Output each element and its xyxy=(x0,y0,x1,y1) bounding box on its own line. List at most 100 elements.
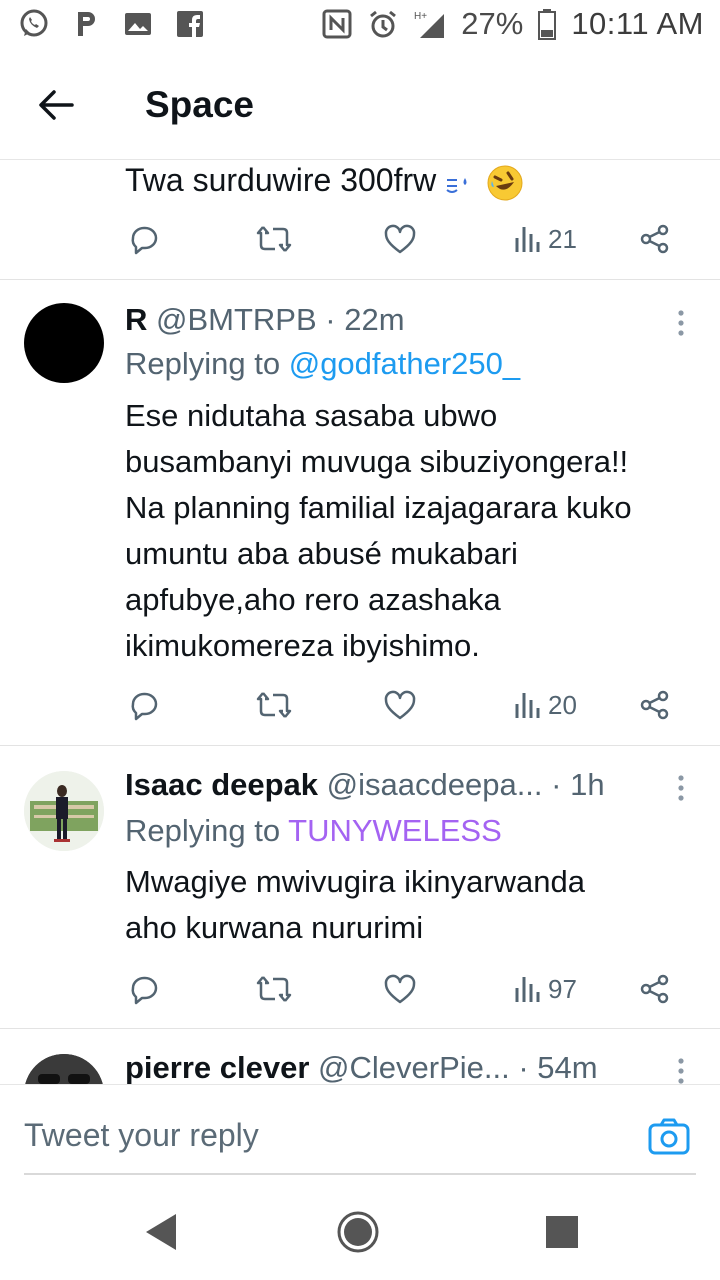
body-line: ikimukomereza ibyishimo. xyxy=(125,628,480,663)
author-handle[interactable]: @isaacdeepa... xyxy=(327,767,543,802)
reply-icon xyxy=(131,692,158,721)
page-title: Space xyxy=(145,84,255,125)
alarm-icon xyxy=(370,10,397,38)
heart-icon xyxy=(384,690,416,720)
back-arrow-icon[interactable] xyxy=(36,85,76,125)
more-options-icon[interactable] xyxy=(676,773,686,803)
views-button[interactable]: 97 xyxy=(514,964,577,1014)
views-count: 21 xyxy=(548,223,577,254)
p-icon xyxy=(78,12,95,36)
body-line: aho kurwana nururimi xyxy=(125,910,424,945)
author-handle[interactable]: @CleverPie... xyxy=(318,1050,510,1084)
whatsapp-icon xyxy=(20,9,48,37)
views-count: 97 xyxy=(548,973,577,1004)
tweet-time: · 1h xyxy=(551,767,605,802)
tweet-body: Mwagiye mwivugira ikinyarwanda aho kurwa… xyxy=(125,859,705,951)
retweet-icon xyxy=(256,976,292,1002)
tears-face-emoji-icon xyxy=(446,177,467,193)
share-button[interactable] xyxy=(640,214,670,264)
battery-icon xyxy=(538,9,557,40)
status-bar: H+ 27% 10:11 AM xyxy=(0,0,720,50)
nav-home-icon[interactable] xyxy=(336,1210,380,1254)
clock: 10:11 AM xyxy=(571,6,704,41)
partial-tweet-text: Twa surduwire 300frw xyxy=(125,162,437,198)
nfc-icon xyxy=(322,9,352,39)
divider xyxy=(0,745,720,746)
reply-button[interactable] xyxy=(128,964,160,1014)
like-button[interactable] xyxy=(384,680,416,730)
body-line: apfubye,aho rero azashaka xyxy=(125,582,501,617)
retweet-button[interactable] xyxy=(256,680,292,730)
retweet-icon xyxy=(256,692,292,718)
tweet-header: pierre clever @CleverPie... · 54m xyxy=(125,1048,685,1084)
tweet-time: · 54m xyxy=(518,1050,598,1084)
views-chart-icon xyxy=(515,227,540,252)
nav-back-icon[interactable] xyxy=(140,1210,184,1254)
reply-tweet[interactable]: pierre clever @CleverPie... · 54m xyxy=(0,1048,720,1084)
views-button[interactable]: 21 xyxy=(514,214,577,264)
tweet-body: Ese nidutaha sasaba ubwo busambanyi muvu… xyxy=(125,393,705,669)
replying-to-mention[interactable]: TUNYWELESS xyxy=(288,813,502,848)
author-name[interactable]: Isaac deepak xyxy=(125,767,318,802)
divider xyxy=(0,279,720,280)
partial-tweet-actions: 21 xyxy=(0,214,720,264)
camera-icon[interactable] xyxy=(648,1117,690,1157)
reply-icon xyxy=(131,976,158,1005)
author-handle[interactable]: @BMTRPB xyxy=(156,302,317,337)
battery-percent: 27% xyxy=(461,6,524,41)
replying-to: Replying to @godfather250_ xyxy=(125,344,520,384)
replying-to-mention[interactable]: @godfather250_ xyxy=(289,346,520,381)
body-line: Mwagiye mwivugira ikinyarwanda xyxy=(125,864,586,899)
share-icon xyxy=(640,974,669,1004)
facebook-icon xyxy=(177,11,203,37)
reply-composer: Tweet your reply xyxy=(0,1084,720,1180)
status-left-icons xyxy=(18,8,206,40)
avatar[interactable] xyxy=(24,303,104,383)
replying-prefix: Replying to xyxy=(125,346,289,381)
author-name[interactable]: pierre clever xyxy=(125,1050,309,1084)
partial-tweet-body: Twa surduwire 300frw xyxy=(125,160,524,202)
more-options-icon[interactable] xyxy=(676,308,686,338)
body-line: Na planning familial izajagarara kuko xyxy=(125,490,632,525)
reply-input[interactable]: Tweet your reply xyxy=(24,1103,696,1175)
retweet-button[interactable] xyxy=(256,964,292,1014)
retweet-icon xyxy=(256,226,292,252)
reply-button[interactable] xyxy=(128,680,160,730)
reply-button[interactable] xyxy=(128,214,160,264)
heart-icon xyxy=(384,224,416,254)
image-icon xyxy=(125,13,151,35)
share-button[interactable] xyxy=(640,680,670,730)
avatar-photo xyxy=(24,1054,104,1084)
share-button[interactable] xyxy=(640,964,670,1014)
avatar-photo xyxy=(24,771,104,851)
tweet-actions: 20 xyxy=(0,680,720,730)
system-nav-bar xyxy=(0,1180,720,1280)
share-icon xyxy=(640,690,669,720)
avatar[interactable] xyxy=(24,1054,104,1084)
tweet-time: · 22m xyxy=(325,302,405,337)
more-options-icon[interactable] xyxy=(676,1056,686,1084)
reply-tweet[interactable]: R @BMTRPB · 22m Replying to @godfather25… xyxy=(0,300,720,745)
views-chart-icon xyxy=(515,977,540,1002)
network-type: H+ xyxy=(414,11,427,22)
heart-icon xyxy=(384,974,416,1004)
like-button[interactable] xyxy=(384,214,416,264)
share-icon xyxy=(640,224,669,254)
avatar[interactable] xyxy=(24,771,104,851)
tweet-header: R @BMTRPB · 22m xyxy=(125,300,685,340)
views-count: 20 xyxy=(548,689,577,720)
replying-prefix: Replying to xyxy=(125,813,289,848)
replies-feed[interactable]: Twa surduwire 300frw 21 R @BMTRPB · 22m … xyxy=(0,160,720,1084)
tweet-header: Isaac deepak @isaacdeepa... · 1h xyxy=(125,765,685,805)
status-right: H+ 27% 10:11 AM xyxy=(321,6,704,42)
body-line: umuntu aba abusé mukabari xyxy=(125,536,518,571)
views-button[interactable]: 20 xyxy=(514,680,577,730)
signal-icon: H+ xyxy=(414,11,445,38)
author-name[interactable]: R xyxy=(125,302,147,337)
reply-placeholder: Tweet your reply xyxy=(24,1117,259,1153)
like-button[interactable] xyxy=(384,964,416,1014)
body-line: busambanyi muvuga sibuziyongera!! xyxy=(125,444,629,479)
retweet-button[interactable] xyxy=(256,214,292,264)
tweet-actions: 97 xyxy=(0,964,720,1014)
nav-recents-icon[interactable] xyxy=(540,1210,584,1254)
